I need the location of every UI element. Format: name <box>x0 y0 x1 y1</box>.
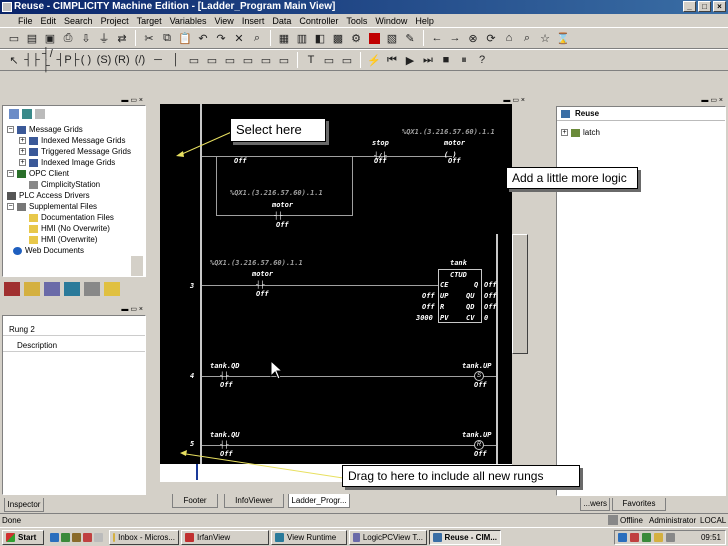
task-view-runtime[interactable]: View Runtime <box>271 529 347 545</box>
tray-icon-2[interactable] <box>630 533 639 542</box>
status-user: Administrator <box>649 516 697 525</box>
app-quicklaunch-icon[interactable] <box>94 532 103 542</box>
clock[interactable]: 09:51 <box>701 533 725 542</box>
task-logicpcview[interactable]: LogicPCView T... <box>349 529 427 545</box>
task-reuse[interactable]: Reuse - CIM... <box>429 529 501 545</box>
cimplicity-icon <box>433 532 442 542</box>
mouse-cursor-icon <box>270 360 284 380</box>
status-bar: Done Offline Administrator LOCAL <box>0 513 728 527</box>
tray-icon-5[interactable] <box>666 533 675 542</box>
outlook-icon <box>113 532 116 542</box>
tray-icon-4[interactable] <box>654 533 663 542</box>
tray-icon-1[interactable] <box>618 533 627 542</box>
callout-add-logic: Add a little more logic <box>506 167 638 189</box>
drag-pointer <box>185 453 344 479</box>
select-pointer <box>181 129 237 155</box>
task-irfanview[interactable]: IrfanView <box>181 529 269 545</box>
logicpc-icon <box>353 532 360 542</box>
media-icon[interactable] <box>83 532 92 542</box>
connection-icon <box>608 515 618 525</box>
quicklaunch-icon[interactable] <box>72 532 81 542</box>
irfanview-icon <box>185 532 194 542</box>
start-button[interactable]: Start <box>2 529 44 545</box>
tray-icon-3[interactable] <box>642 533 651 542</box>
system-tray: 09:51 <box>614 530 726 545</box>
status-location: LOCAL <box>700 516 727 525</box>
taskbar: Start Inbox - Micros... IrfanView View R… <box>0 527 728 546</box>
desktop-icon[interactable] <box>61 532 70 542</box>
status-mode: Offline <box>620 516 643 525</box>
ie-icon[interactable] <box>50 532 59 542</box>
callout-select: Select here <box>230 118 326 142</box>
callout-drag: Drag to here to include all new rungs <box>342 465 580 487</box>
runtime-icon <box>275 532 284 542</box>
windows-logo-icon <box>6 532 15 542</box>
status-text: Done <box>2 516 22 525</box>
task-inbox[interactable]: Inbox - Micros... <box>109 529 179 545</box>
drag-arrowhead <box>180 450 187 456</box>
select-arrowhead <box>176 151 184 157</box>
